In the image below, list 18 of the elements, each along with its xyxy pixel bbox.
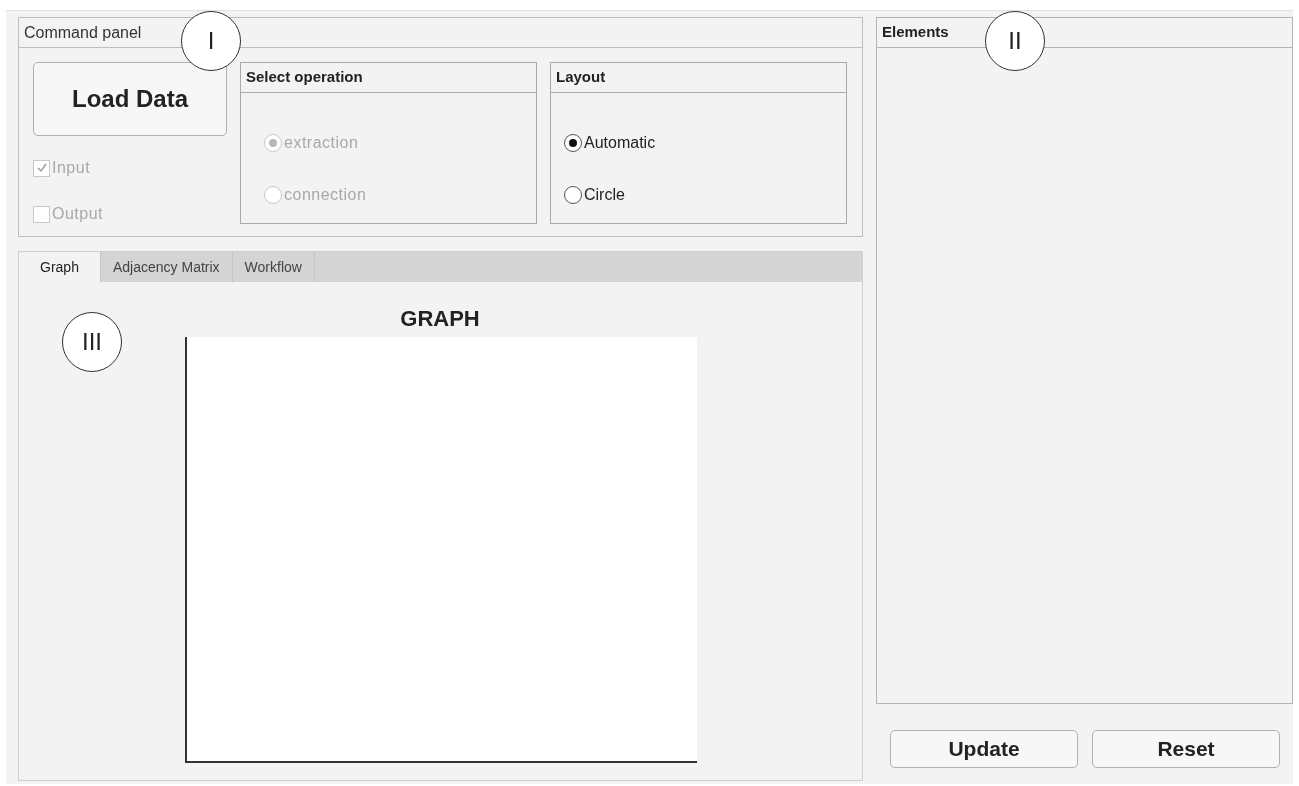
radio-button[interactable] [564, 186, 582, 204]
checkbox-label: Input [52, 158, 91, 178]
group-title: Layout [556, 67, 606, 88]
action-button[interactable]: Update [890, 730, 1078, 768]
radio-label: extraction [284, 133, 359, 153]
load-data-button[interactable]: Load Data [33, 62, 227, 136]
graph-title: GRAPH [399, 305, 481, 333]
group-title: Select operation [246, 67, 363, 88]
check-icon [35, 162, 48, 174]
action-button[interactable]: Reset [1092, 730, 1280, 768]
radio-label: Circle [584, 185, 625, 205]
radio-label: Automatic [584, 133, 656, 153]
radio-label: connection [284, 185, 367, 205]
checkbox-label: Output [52, 204, 104, 224]
panel-title: Elements [882, 22, 949, 43]
radio-button[interactable] [564, 134, 582, 152]
panel-title: Command panel [24, 22, 142, 43]
tab[interactable]: Graph [19, 252, 101, 282]
